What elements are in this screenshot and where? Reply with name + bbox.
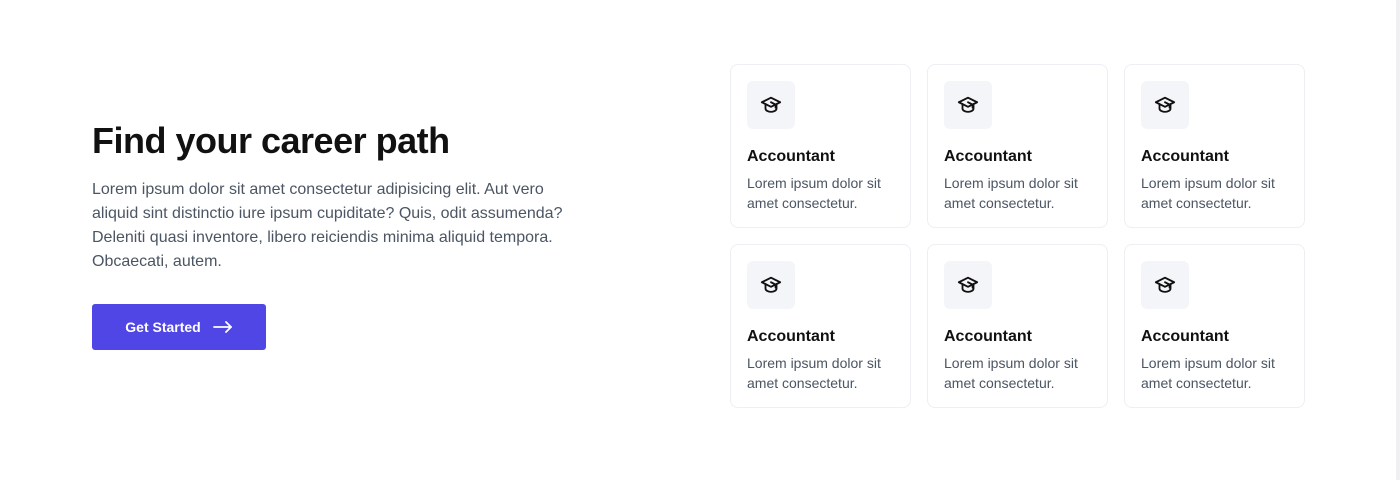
hero-description: Lorem ipsum dolor sit amet consectetur a… <box>92 181 563 270</box>
scrollbar[interactable] <box>1396 0 1400 480</box>
career-card[interactable]: Accountant Lorem ipsum dolor sit amet co… <box>730 244 911 408</box>
card-description: Lorem ipsum dolor sit amet consectetur. <box>747 175 881 211</box>
card-description: Lorem ipsum dolor sit amet consectetur. <box>944 175 1078 211</box>
career-card[interactable]: Accountant Lorem ipsum dolor sit amet co… <box>730 64 911 228</box>
get-started-label: Get Started <box>125 319 201 335</box>
career-card[interactable]: Accountant Lorem ipsum dolor sit amet co… <box>1124 64 1305 228</box>
card-title: Accountant <box>747 328 835 345</box>
graduation-cap-icon <box>747 81 795 129</box>
page: Find your career path Lorem ipsum dolor … <box>0 0 1400 480</box>
card-description: Lorem ipsum dolor sit amet consectetur. <box>747 355 881 391</box>
graduation-cap-icon <box>747 261 795 309</box>
card-title: Accountant <box>1141 328 1229 345</box>
hero-section: Find your career path Lorem ipsum dolor … <box>92 118 592 274</box>
graduation-cap-icon <box>1141 81 1189 129</box>
card-title: Accountant <box>1141 148 1229 165</box>
graduation-cap-icon <box>1141 261 1189 309</box>
hero-title: Find your career path <box>92 120 450 161</box>
card-description: Lorem ipsum dolor sit amet consectetur. <box>1141 175 1275 211</box>
graduation-cap-icon <box>944 81 992 129</box>
card-description: Lorem ipsum dolor sit amet consectetur. <box>1141 355 1275 391</box>
card-title: Accountant <box>944 148 1032 165</box>
career-card[interactable]: Accountant Lorem ipsum dolor sit amet co… <box>927 64 1108 228</box>
graduation-cap-icon <box>944 261 992 309</box>
card-description: Lorem ipsum dolor sit amet consectetur. <box>944 355 1078 391</box>
career-card[interactable]: Accountant Lorem ipsum dolor sit amet co… <box>927 244 1108 408</box>
card-title: Accountant <box>747 148 835 165</box>
get-started-button[interactable]: Get Started <box>92 304 266 350</box>
career-cards-grid: Accountant Lorem ipsum dolor sit amet co… <box>730 64 1305 408</box>
arrow-right-icon <box>212 321 233 333</box>
career-card[interactable]: Accountant Lorem ipsum dolor sit amet co… <box>1124 244 1305 408</box>
card-title: Accountant <box>944 328 1032 345</box>
